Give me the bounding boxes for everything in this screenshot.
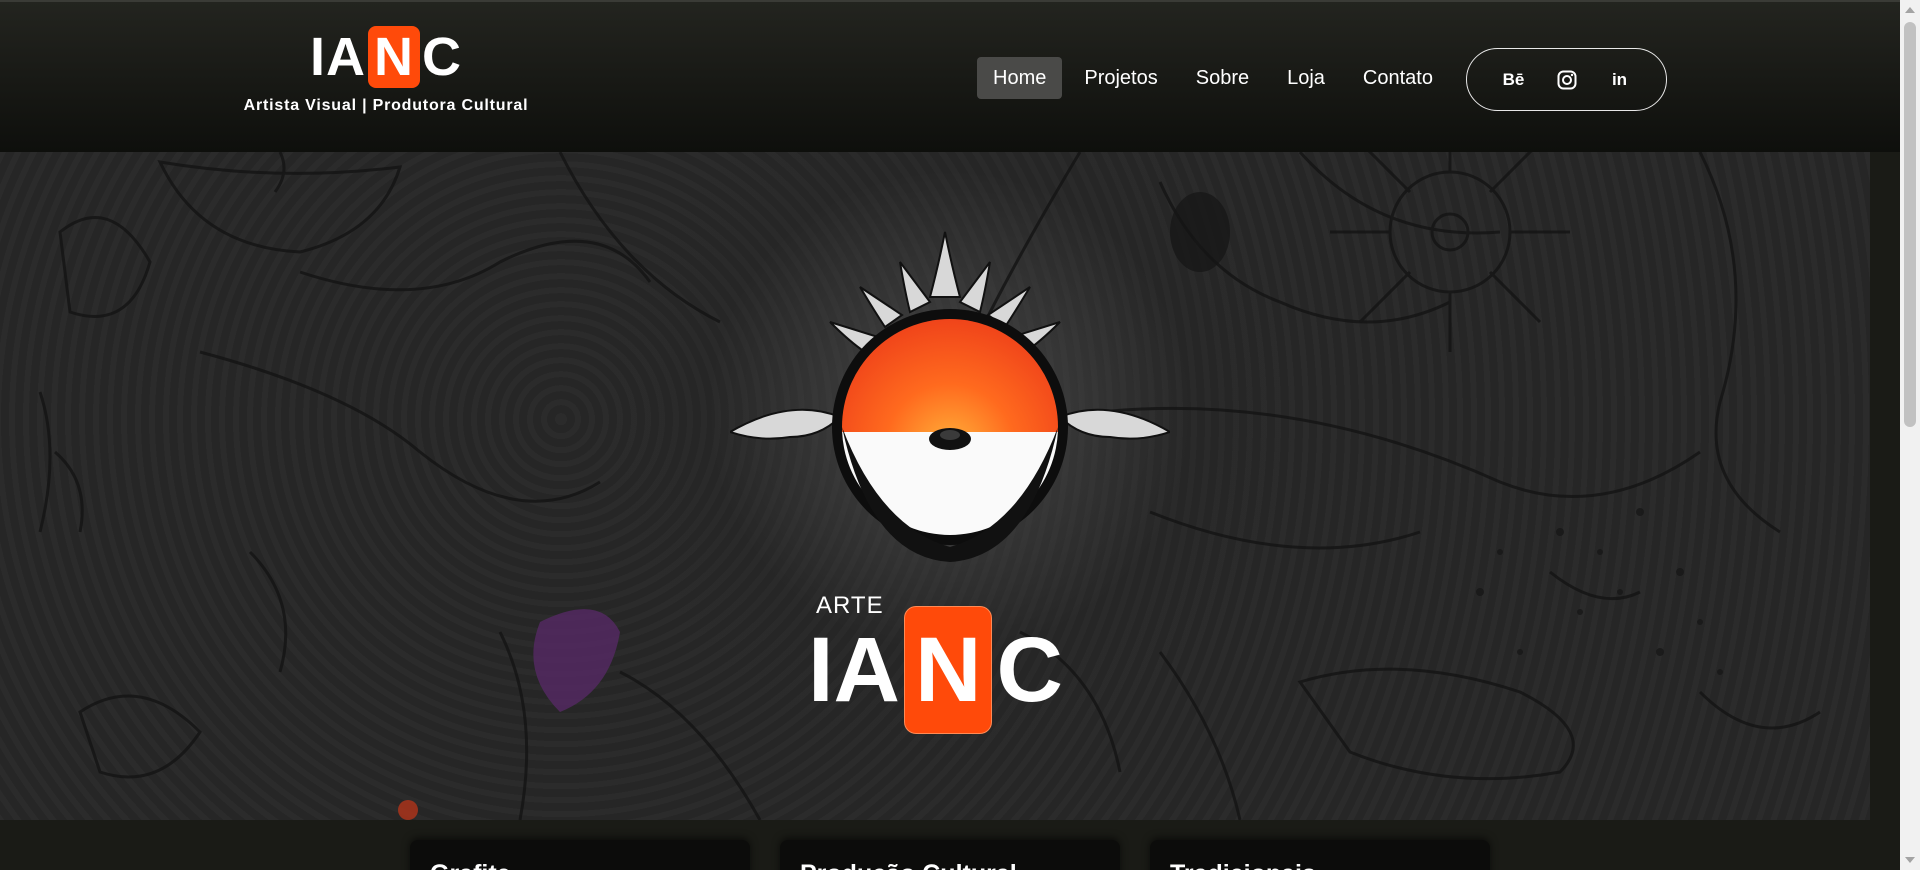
scroll-up-arrow[interactable] xyxy=(1905,7,1915,13)
instagram-icon[interactable] xyxy=(1555,68,1579,92)
brand-text-highlight: N xyxy=(904,606,993,734)
card-title: Tradicionais xyxy=(1170,860,1470,870)
logo-link[interactable]: IA N C Artista Visual | Produtora Cultur… xyxy=(236,26,536,115)
card-tradicionais[interactable]: Tradicionais xyxy=(1150,840,1490,870)
social-links: Bē in xyxy=(1466,48,1667,111)
nav-contato[interactable]: Contato xyxy=(1347,57,1449,99)
scroll-down-arrow[interactable] xyxy=(1905,857,1915,863)
brand-text-end: C xyxy=(996,619,1063,721)
brand-logo: IA N C xyxy=(808,606,1063,734)
main-nav: Home Projetos Sobre Loja Contato xyxy=(977,57,1455,99)
hero-brand: ARTE IA N C xyxy=(808,592,1063,734)
sun-eye-emblem xyxy=(730,231,1170,562)
nav-home[interactable]: Home xyxy=(977,57,1063,99)
site-header: IA N C Artista Visual | Produtora Cultur… xyxy=(0,0,1900,152)
tagline: Artista Visual | Produtora Cultural xyxy=(243,97,529,114)
vertical-scrollbar[interactable] xyxy=(1900,0,1920,870)
logo: IA N C xyxy=(236,26,536,88)
linkedin-icon[interactable]: in xyxy=(1608,68,1632,92)
behance-icon[interactable]: Bē xyxy=(1502,68,1526,92)
card-title: Produção Cultural xyxy=(800,860,1100,870)
card-producao-cultural[interactable]: Produção Cultural xyxy=(780,840,1120,870)
scroll-thumb[interactable] xyxy=(1904,22,1916,427)
nav-sobre[interactable]: Sobre xyxy=(1180,57,1265,99)
logo-text-end: C xyxy=(422,27,462,87)
card-grafite[interactable]: Grafite xyxy=(410,840,750,870)
nav-loja[interactable]: Loja xyxy=(1271,57,1341,99)
hero-banner: ARTE IA N C xyxy=(0,152,1870,820)
nav-projetos[interactable]: Projetos xyxy=(1068,57,1173,99)
logo-text-start: IA xyxy=(310,27,366,87)
brand-text-start: IA xyxy=(808,619,900,721)
logo-text-highlight: N xyxy=(368,26,420,88)
category-cards: Grafite Produção Cultural Tradicionais xyxy=(410,840,1490,870)
card-title: Grafite xyxy=(430,860,730,870)
